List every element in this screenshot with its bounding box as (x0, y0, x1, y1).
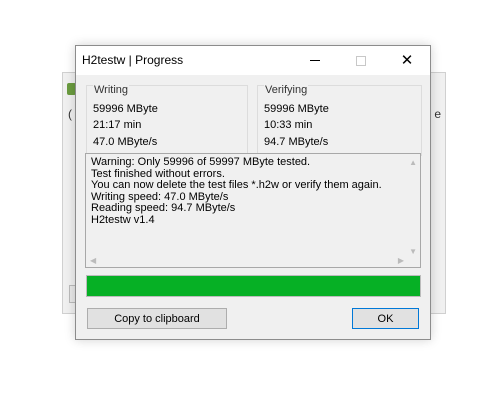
verifying-size: 59996 MByte (264, 103, 329, 115)
progress-dialog: H2testw | Progress ✕ Writing 59996 MByte… (75, 45, 431, 340)
log-line: Warning: Only 59996 of 59997 MByte teste… (91, 156, 311, 168)
writing-speed: 47.0 MByte/s (93, 136, 158, 148)
scroll-up-arrow-icon[interactable]: ▲ (409, 158, 417, 167)
ok-button[interactable]: OK (352, 308, 419, 329)
vertical-scrollbar[interactable]: ▲ ▼ (407, 156, 418, 256)
background-text-left: ( (68, 107, 72, 121)
log-line: H2testw v1.4 (91, 213, 155, 226)
progress-bar (86, 275, 421, 297)
verifying-group: Verifying 59996 MByte 10:33 min 94.7 MBy… (257, 84, 422, 156)
horizontal-scrollbar[interactable]: ◀ ▶ (88, 254, 404, 265)
close-button[interactable]: ✕ (384, 46, 430, 75)
minimize-icon (310, 60, 320, 61)
writing-label: Writing (93, 84, 130, 96)
copy-to-clipboard-button[interactable]: Copy to clipboard (87, 308, 227, 329)
writing-size: 59996 MByte (93, 103, 158, 115)
title-bar[interactable]: H2testw | Progress ✕ (76, 46, 430, 75)
verifying-speed: 94.7 MByte/s (264, 136, 329, 148)
writing-group: Writing 59996 MByte 21:17 min 47.0 MByte… (86, 84, 248, 156)
log-text: Warning: Only 59996 of 59997 MByte teste… (91, 156, 382, 227)
verifying-label: Verifying (264, 84, 309, 96)
scroll-down-arrow-icon[interactable]: ▼ (409, 247, 417, 256)
log-textarea[interactable]: Warning: Only 59996 of 59997 MByte teste… (85, 153, 421, 268)
verifying-time: 10:33 min (264, 119, 313, 131)
maximize-icon (356, 55, 366, 66)
scroll-right-arrow-icon[interactable]: ▶ (398, 256, 404, 265)
minimize-button[interactable] (292, 46, 338, 75)
progress-fill (87, 276, 420, 296)
background-text-right: e (434, 107, 441, 121)
close-icon: ✕ (400, 52, 414, 69)
writing-time: 21:17 min (93, 119, 142, 131)
maximize-button[interactable] (338, 46, 384, 75)
scroll-left-arrow-icon[interactable]: ◀ (90, 256, 96, 265)
window-title: H2testw | Progress (82, 53, 184, 67)
